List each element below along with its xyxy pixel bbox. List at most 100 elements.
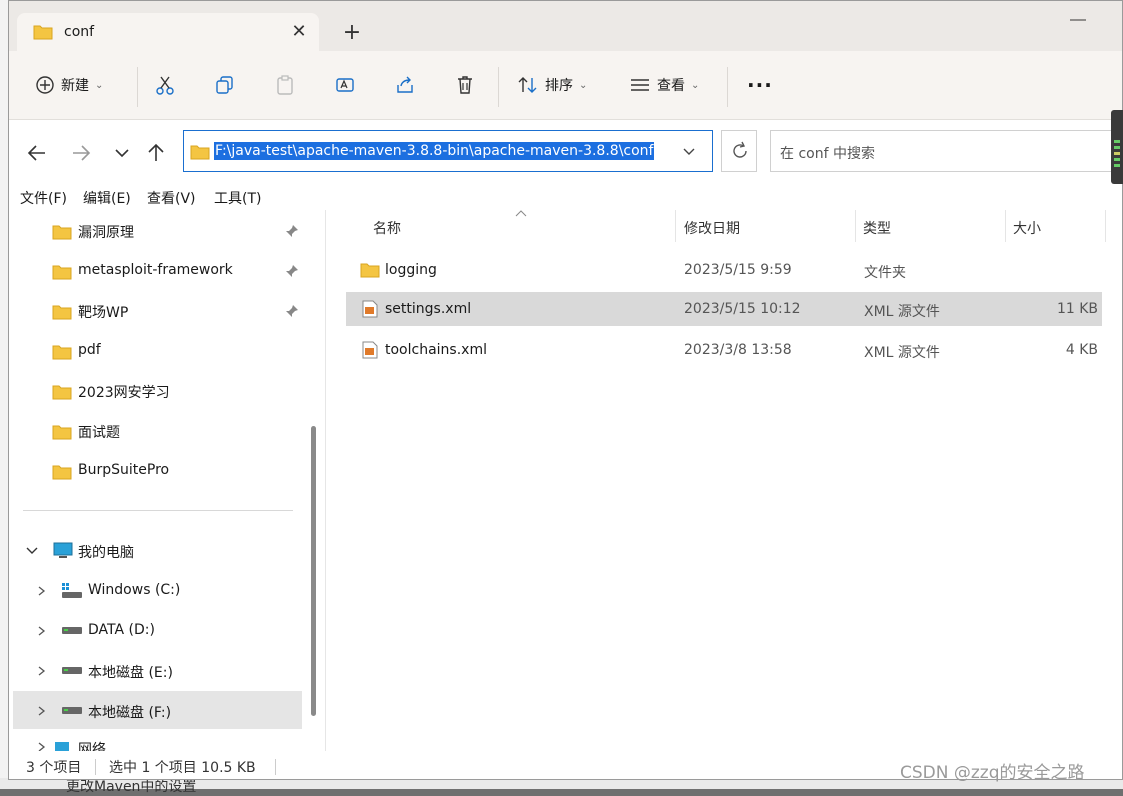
more-options-icon[interactable]: ···	[747, 73, 773, 97]
copy-icon[interactable]	[215, 75, 235, 95]
sidebar-item-label: 本地磁盘 (E:)	[88, 665, 173, 681]
cut-icon[interactable]	[155, 75, 175, 95]
chevron-right-icon[interactable]	[37, 705, 47, 717]
address-path[interactable]: F:\java-test\apache-maven-3.8.8-bin\apac…	[214, 142, 655, 160]
column-header-type[interactable]: 类型	[863, 218, 891, 238]
folder-icon	[52, 385, 72, 400]
file-modified: 2023/3/8 13:58	[684, 342, 792, 358]
sidebar-item-drive[interactable]: DATA (D:)	[9, 613, 309, 649]
sidebar-item-network[interactable]: 网络	[9, 733, 309, 751]
folder-icon	[52, 225, 72, 240]
file-row-selected[interactable]: settings.xml 2023/5/15 10:12 XML 源文件 11 …	[346, 292, 1102, 326]
sidebar-item-drive-selected[interactable]: 本地磁盘 (F:)	[9, 693, 309, 729]
toolbar-divider	[727, 67, 728, 107]
side-widget[interactable]	[1111, 110, 1123, 184]
menu-bar: 文件(F) 编辑(E) 查看(V) 工具(T)	[9, 184, 1122, 210]
network-icon	[55, 742, 69, 751]
file-name: settings.xml	[385, 301, 472, 317]
sidebar-item-label: Windows (C:)	[88, 582, 181, 598]
xml-file-icon	[362, 341, 378, 359]
up-arrow-icon[interactable]	[143, 140, 169, 166]
pin-icon[interactable]	[285, 264, 299, 278]
sort-button[interactable]: 排序 ⌄	[517, 67, 587, 103]
menu-edit[interactable]: 编辑(E)	[83, 188, 131, 208]
column-divider[interactable]	[675, 210, 676, 242]
sidebar-item-quick-access[interactable]: 靶场WP	[9, 293, 309, 329]
drive-icon	[62, 627, 82, 634]
address-dropdown-chevron-icon[interactable]	[682, 141, 696, 161]
sidebar-scrollbar[interactable]	[311, 426, 316, 716]
column-header-size[interactable]: 大小	[1013, 218, 1041, 238]
status-divider	[275, 759, 276, 775]
chevron-down-icon: ⌄	[691, 79, 700, 91]
sidebar-item-drive[interactable]: Windows (C:)	[9, 573, 309, 609]
column-divider[interactable]	[1005, 210, 1006, 242]
new-tab-button[interactable]: +	[337, 19, 367, 49]
address-bar[interactable]: F:\java-test\apache-maven-3.8.8-bin\apac…	[183, 130, 713, 172]
chevron-right-icon[interactable]	[37, 625, 47, 637]
plus-circle-icon	[36, 76, 54, 94]
paste-icon[interactable]	[275, 75, 295, 95]
new-button[interactable]: 新建 ⌄	[35, 67, 103, 103]
sort-icon	[518, 77, 537, 93]
column-divider[interactable]	[1105, 210, 1106, 242]
file-row[interactable]: toolchains.xml 2023/3/8 13:58 XML 源文件 4 …	[346, 333, 1102, 367]
file-modified: 2023/5/15 10:12	[684, 301, 801, 317]
tab-title: conf	[64, 24, 95, 40]
sidebar-item-label: 漏洞原理	[78, 225, 134, 241]
sidebar-item-label: 2023网安学习	[78, 385, 170, 401]
sidebar-item-quick-access[interactable]: metasploit-framework	[9, 253, 309, 289]
system-drive-icon	[62, 583, 82, 598]
file-row[interactable]: logging 2023/5/15 9:59 文件夹	[346, 253, 1102, 287]
file-explorer-window: conf ✕ + 新建 ⌄ 排序 ⌄ 查看 ⌄ ··· F:\java-test…	[8, 0, 1123, 780]
minimize-icon[interactable]	[1064, 9, 1092, 29]
sidebar-item-drive[interactable]: 本地磁盘 (E:)	[9, 653, 309, 689]
close-tab-icon[interactable]: ✕	[287, 20, 311, 44]
refresh-icon	[733, 141, 747, 158]
share-icon[interactable]	[395, 75, 415, 95]
command-bar: 新建 ⌄ 排序 ⌄ 查看 ⌄ ···	[9, 51, 1122, 120]
delete-icon[interactable]	[455, 75, 475, 95]
sidebar-item-quick-access[interactable]: 面试题	[9, 413, 309, 449]
drive-icon	[62, 707, 82, 714]
chevron-down-icon[interactable]	[25, 545, 39, 557]
view-label: 查看	[657, 78, 685, 94]
forward-arrow-icon[interactable]	[69, 140, 95, 166]
chevron-down-icon: ⌄	[95, 79, 104, 91]
folder-icon	[33, 25, 53, 40]
tab-conf[interactable]: conf ✕	[17, 13, 319, 51]
chevron-right-icon[interactable]	[37, 741, 47, 751]
chevron-right-icon[interactable]	[37, 665, 47, 677]
chevron-right-icon[interactable]	[37, 585, 47, 597]
computer-icon	[53, 542, 73, 558]
folder-icon	[52, 425, 72, 440]
rename-icon[interactable]	[335, 75, 355, 95]
menu-view[interactable]: 查看(V)	[147, 188, 196, 208]
sidebar-item-this-pc[interactable]: 我的电脑	[9, 533, 309, 569]
sidebar-item-quick-access[interactable]: 2023网安学习	[9, 373, 309, 409]
search-placeholder: 在 conf 中搜索	[780, 146, 875, 162]
column-divider[interactable]	[855, 210, 856, 242]
file-type: XML 源文件	[864, 304, 940, 320]
refresh-button[interactable]	[721, 130, 757, 172]
sidebar-item-quick-access[interactable]: pdf	[9, 333, 309, 369]
sidebar-item-label: 靶场WP	[78, 305, 129, 321]
sidebar-item-label: metasploit-framework	[78, 262, 233, 278]
column-header-name[interactable]: 名称	[373, 218, 401, 238]
view-button[interactable]: 查看 ⌄	[629, 67, 699, 103]
column-header-modified[interactable]: 修改日期	[684, 218, 740, 238]
recent-locations-chevron-icon[interactable]	[109, 140, 135, 166]
folder-icon	[52, 465, 72, 480]
back-arrow-icon[interactable]	[25, 140, 51, 166]
sidebar-item-quick-access[interactable]: BurpSuitePro	[9, 453, 309, 489]
file-size: 4 KB	[1065, 342, 1098, 358]
folder-icon	[52, 305, 72, 320]
menu-file[interactable]: 文件(F)	[20, 188, 67, 208]
toolbar-divider	[498, 67, 499, 107]
search-box[interactable]: 在 conf 中搜索	[770, 130, 1122, 172]
pin-icon[interactable]	[285, 224, 299, 238]
sidebar-item-label: 本地磁盘 (F:)	[88, 705, 172, 721]
sidebar-item-quick-access[interactable]: 漏洞原理	[9, 213, 309, 249]
pin-icon[interactable]	[285, 304, 299, 318]
menu-tools[interactable]: 工具(T)	[214, 188, 261, 208]
